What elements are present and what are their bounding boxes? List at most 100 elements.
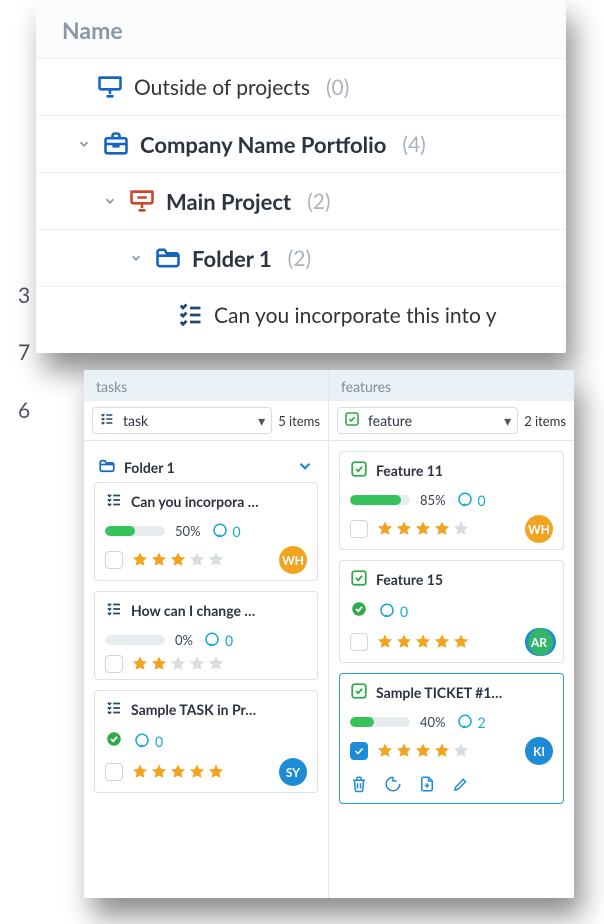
task-list-icon xyxy=(105,491,123,512)
column-filter: feature ▾ 2 items xyxy=(329,401,574,441)
avatar[interactable]: KI xyxy=(525,737,553,765)
row-index: 3 xyxy=(18,283,30,308)
duplicate-button[interactable] xyxy=(384,775,402,797)
filter-label: task xyxy=(123,412,148,429)
comments-count: 0 xyxy=(400,603,408,620)
check-square-icon xyxy=(350,460,368,481)
progress-percent: 0% xyxy=(175,632,193,648)
comments-button[interactable]: 0 xyxy=(203,631,233,649)
avatar[interactable]: WH xyxy=(279,546,307,574)
check-square-icon xyxy=(350,569,368,590)
chevron-down-icon[interactable] xyxy=(128,251,144,265)
tree-header: Name xyxy=(36,0,566,59)
feature-card[interactable]: Feature 15 0 xyxy=(339,560,564,663)
column-filter: task ▾ 5 items xyxy=(84,401,328,441)
feature-card[interactable]: Feature 11 85% 0 xyxy=(339,451,564,550)
tree-row-folder[interactable]: Folder 1 (2) xyxy=(36,230,566,287)
task-card[interactable]: Sample TASK in Pr… 0 xyxy=(94,690,318,793)
tree-row-task[interactable]: Can you incorporate this into y xyxy=(36,287,566,343)
done-icon xyxy=(105,730,123,752)
progress-percent: 85% xyxy=(420,492,446,508)
tree-count: (4) xyxy=(402,132,425,157)
check-square-icon xyxy=(350,682,368,703)
star-rating[interactable] xyxy=(376,742,470,760)
caret-down-icon: ▾ xyxy=(258,412,265,430)
edit-button[interactable] xyxy=(452,775,470,797)
progress-bar xyxy=(105,635,165,645)
tree-row-outside[interactable]: Outside of projects (0) xyxy=(36,59,566,116)
card-actions xyxy=(350,775,553,797)
comments-button[interactable]: 2 xyxy=(456,713,486,731)
tree-row-project[interactable]: Main Project (2) xyxy=(36,173,566,230)
done-icon xyxy=(350,600,368,622)
task-list-icon xyxy=(105,699,123,720)
checkbox[interactable] xyxy=(350,742,368,760)
comments-button[interactable]: 0 xyxy=(456,491,486,509)
task-card[interactable]: Can you incorpora … 50% 0 xyxy=(94,482,318,581)
star-rating[interactable] xyxy=(376,520,470,538)
check-square-icon xyxy=(344,411,360,430)
tree-label: Main Project xyxy=(166,188,291,215)
feature-card[interactable]: Sample TICKET #1… 40% 2 xyxy=(339,673,564,804)
progress-percent: 50% xyxy=(175,523,201,539)
column-features: features feature ▾ 2 items Feature 11 xyxy=(329,370,574,898)
folder-icon xyxy=(154,244,182,272)
task-card[interactable]: How can I change … 0% 0 xyxy=(94,591,318,680)
task-list-icon xyxy=(105,600,123,621)
star-rating[interactable] xyxy=(376,633,470,651)
chevron-down-icon[interactable] xyxy=(102,194,118,208)
checkbox[interactable] xyxy=(350,633,368,651)
comments-count: 0 xyxy=(233,523,241,540)
delete-button[interactable] xyxy=(350,775,368,797)
checkbox[interactable] xyxy=(105,655,123,673)
briefcase-icon xyxy=(102,130,130,158)
comments-button[interactable]: 0 xyxy=(211,522,241,540)
checkbox[interactable] xyxy=(105,763,123,781)
column-body: Feature 11 85% 0 xyxy=(329,441,574,898)
folder-header[interactable]: Folder 1 xyxy=(94,451,318,482)
card-title: Can you incorpora … xyxy=(131,493,259,510)
kanban-panel: tasks task ▾ 5 items Folder 1 xyxy=(84,370,574,898)
column-header: features xyxy=(329,370,574,401)
tree-label: Outside of projects xyxy=(134,75,310,100)
comments-count: 2 xyxy=(478,714,486,731)
comments-button[interactable]: 0 xyxy=(133,732,163,750)
star-rating[interactable] xyxy=(131,551,225,569)
tree-row-portfolio[interactable]: Company Name Portfolio (4) xyxy=(36,116,566,173)
avatar[interactable]: WH xyxy=(525,515,553,543)
folder-icon xyxy=(98,457,116,478)
chevron-down-icon[interactable] xyxy=(76,137,92,151)
progress-bar xyxy=(105,526,165,536)
comments-count: 0 xyxy=(155,733,163,750)
comments-count: 0 xyxy=(225,632,233,649)
tree-count: (2) xyxy=(288,246,311,271)
project-icon xyxy=(128,187,156,215)
card-title: Feature 15 xyxy=(376,571,443,588)
tree-count: (2) xyxy=(307,189,330,214)
column-body: Folder 1 Can you incorpora … 50% 0 xyxy=(84,441,328,898)
tree-label: Folder 1 xyxy=(192,245,272,272)
presentation-icon xyxy=(96,73,124,101)
column-header: tasks xyxy=(84,370,328,401)
task-list-icon xyxy=(176,301,204,329)
card-title: Sample TASK in Pr… xyxy=(131,701,256,718)
checkbox[interactable] xyxy=(350,520,368,538)
column-tasks: tasks task ▾ 5 items Folder 1 xyxy=(84,370,329,898)
progress-bar xyxy=(350,495,410,505)
comments-button[interactable]: 0 xyxy=(378,602,408,620)
chevron-down-icon[interactable] xyxy=(296,457,314,478)
avatar[interactable]: AR xyxy=(525,628,553,656)
tree-label: Company Name Portfolio xyxy=(140,131,386,158)
folder-label: Folder 1 xyxy=(124,459,175,476)
task-list-icon xyxy=(99,411,115,430)
card-title: Sample TICKET #1… xyxy=(376,684,502,701)
star-rating[interactable] xyxy=(131,763,225,781)
add-file-button[interactable] xyxy=(418,775,436,797)
filter-dropdown[interactable]: task ▾ xyxy=(92,407,272,434)
filter-dropdown[interactable]: feature ▾ xyxy=(337,407,518,434)
checkbox[interactable] xyxy=(105,551,123,569)
star-rating[interactable] xyxy=(131,655,225,673)
card-title: How can I change … xyxy=(131,602,255,619)
avatar[interactable]: SY xyxy=(279,758,307,786)
progress-bar xyxy=(350,717,410,727)
